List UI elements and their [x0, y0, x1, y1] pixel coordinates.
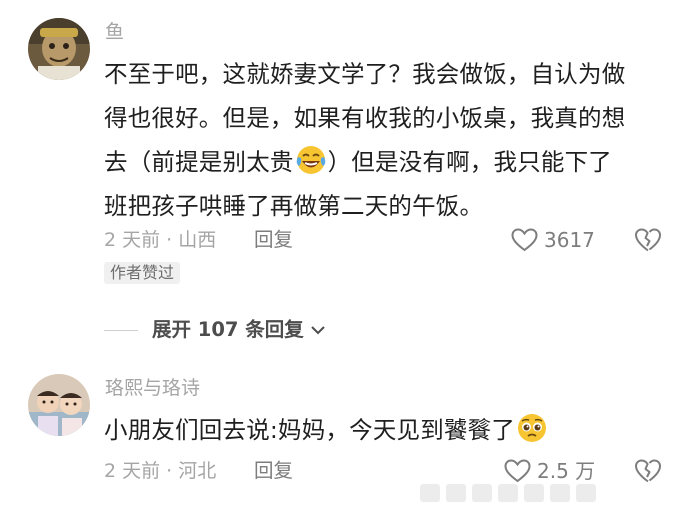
username[interactable]: 珞熙与珞诗 — [105, 376, 200, 400]
expand-replies-label: 展开 107 条回复 — [152, 318, 304, 341]
expand-replies-button[interactable]: 展开 107 条回复 — [104, 318, 326, 342]
comment-time-location: 2 天前 · 山西 — [104, 229, 217, 251]
comment-text-segment: 小朋友们回去说:妈妈，今天见到饕餮了 — [104, 416, 516, 444]
reply-button[interactable]: 回复 — [254, 458, 293, 484]
comment-text: 小朋友们回去说:妈妈，今天见到饕餮了 — [104, 408, 670, 452]
avatar[interactable] — [28, 18, 90, 80]
heart-outline-icon — [504, 459, 531, 483]
comment-time-location: 2 天前 · 河北 — [104, 460, 217, 482]
avatar[interactable] — [28, 374, 90, 436]
reply-button[interactable]: 回复 — [254, 227, 293, 253]
like-count: 3617 — [544, 228, 595, 252]
like-button[interactable]: 2.5 万 — [504, 458, 595, 484]
username[interactable]: 鱼 — [105, 20, 124, 44]
like-count: 2.5 万 — [537, 459, 596, 483]
broken-heart-icon[interactable] — [634, 227, 662, 253]
broken-heart-icon[interactable] — [634, 458, 662, 484]
watermark — [420, 484, 600, 504]
author-liked-badge: 作者赞过 — [104, 262, 181, 284]
comment-text: 不至于吧，这就娇妻文学了？我会做饭，自认为做 得也很好。但是，如果有收我的小饭桌… — [104, 52, 670, 228]
heart-outline-icon — [511, 228, 538, 252]
comment-text-line: 小朋友们回去说:妈妈，今天见到饕餮了 — [104, 408, 670, 452]
comment-text-line: 得也很好。但是，如果有收我的小饭桌，我真的想 — [104, 104, 626, 132]
laughing-tears-emoji — [296, 146, 325, 174]
comment-text-line: 去（前提是别太贵 ）但是没有啊，我只能下了 — [104, 140, 670, 184]
comment-text-line: 不至于吧，这就娇妻文学了？我会做饭，自认为做 — [104, 60, 626, 88]
comment-list: 鱼 不至于吧，这就娇妻文学了？我会做饭，自认为做 得也很好。但是，如果有收我的小… — [0, 0, 690, 511]
like-button[interactable]: 3617 — [511, 227, 595, 253]
pleading-face-emoji — [518, 414, 547, 442]
comment-text-segment: ）但是没有啊，我只能下了 — [327, 148, 613, 176]
comment-text-segment: 去（前提是别太贵 — [104, 148, 294, 176]
comment-text-line: 班把孩子哄睡了再做第二天的午饭。 — [104, 192, 484, 220]
expand-divider — [104, 329, 138, 331]
chevron-down-icon — [311, 326, 325, 335]
